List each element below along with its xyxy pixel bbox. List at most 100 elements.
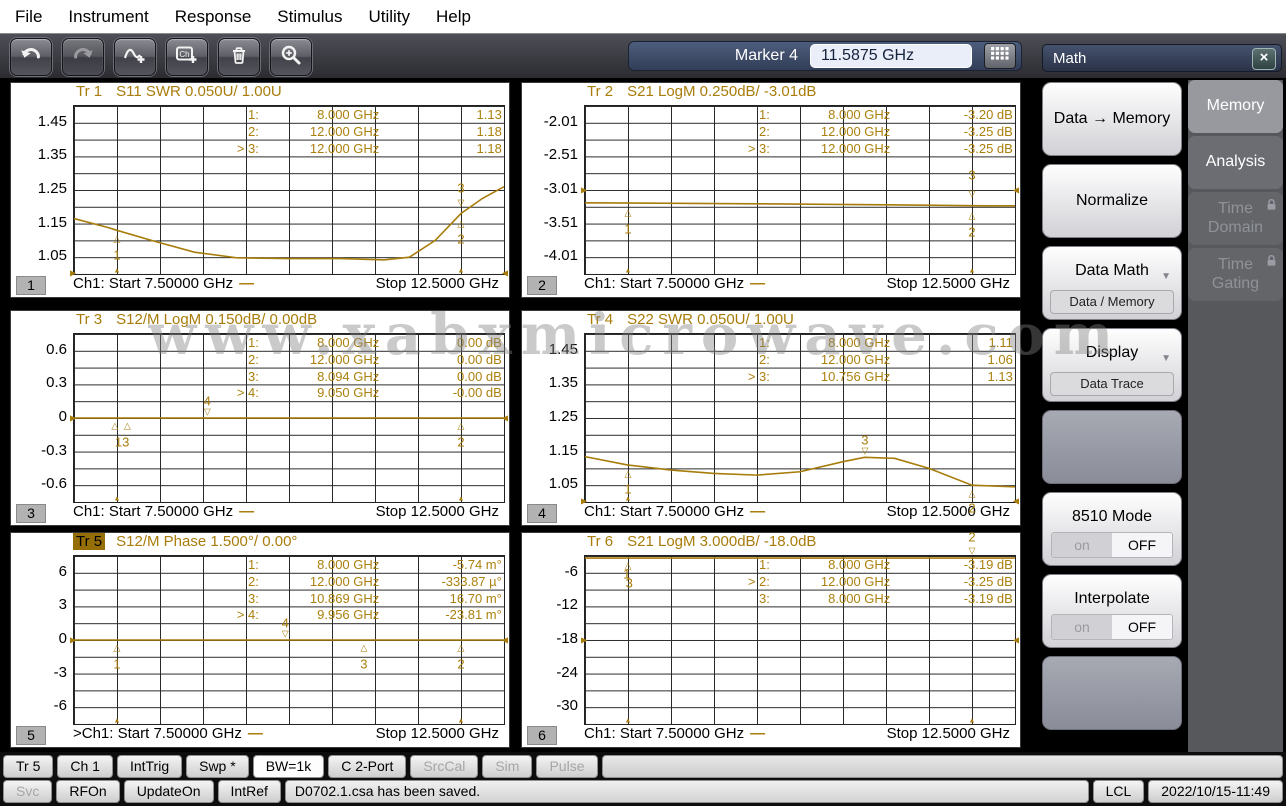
status-row1: Tr 5Ch 1IntTrigSwp *BW=1kC 2-PortSrcCalS… xyxy=(3,755,1283,778)
menu-instrument[interactable]: Instrument xyxy=(61,7,155,27)
plot-panel-4[interactable]: Tr 4S22 SWR 0.050U/ 1.00U1.451.351.251.1… xyxy=(521,310,1021,526)
dropdown-selected-value[interactable]: Data / Memory xyxy=(1050,290,1174,314)
marker-symbol: ▽ xyxy=(969,190,976,199)
marker-bar: Marker 4 11.5875 GHz xyxy=(628,41,1022,71)
marker-readout: > 3:12.000 GHz1.18 xyxy=(74,141,504,158)
plot-panel-1[interactable]: Tr 1S11 SWR 0.050U/ 1.00U1.451.351.251.1… xyxy=(10,82,510,298)
marker-symbol: 3 xyxy=(360,657,367,670)
empty-button xyxy=(1042,656,1182,730)
status-rfon[interactable]: RFOn xyxy=(56,780,119,803)
y-axis-label: 1.15 xyxy=(13,214,67,231)
marker-symbol: 2 xyxy=(457,232,464,245)
reference-level-arrow: ▶ xyxy=(581,497,587,506)
on-off-toggle[interactable]: onOFF xyxy=(1051,614,1173,640)
channel-number: 2 xyxy=(527,276,557,295)
empty-button xyxy=(1042,410,1182,484)
math-panel-header: Math × xyxy=(1042,44,1282,72)
status-ch-1[interactable]: Ch 1 xyxy=(57,755,113,778)
trace-color-dash: — xyxy=(248,725,263,742)
y-axis-label: -3.01 xyxy=(524,180,578,197)
status-updateon[interactable]: UpdateOn xyxy=(124,780,214,803)
normalize-button[interactable]: Normalize xyxy=(1042,164,1182,238)
trace-color-dash: — xyxy=(750,275,765,292)
menu-help[interactable]: Help xyxy=(429,7,478,27)
trace-number-label: Tr 2 xyxy=(584,83,616,100)
menu-response[interactable]: Response xyxy=(168,7,259,27)
marker-symbol: 3 xyxy=(457,182,464,195)
add-channel-button[interactable]: Ch xyxy=(166,38,208,76)
marker-symbol: △ xyxy=(124,422,131,431)
marker-readout: > 2:12.000 GHz-3.25 dB xyxy=(585,574,1015,591)
y-axis-label: -30 xyxy=(524,697,578,714)
status-swp[interactable]: Swp * xyxy=(186,755,249,778)
status-inttrig[interactable]: IntTrig xyxy=(117,755,182,778)
trace-number-label: Tr 4 xyxy=(584,311,616,328)
y-axis-label: 1.05 xyxy=(524,475,578,492)
plot-panel-3[interactable]: Tr 3S12/M LogM 0.150dB/ 0.00dB0.60.30-0.… xyxy=(10,310,510,526)
status-tr-5[interactable]: Tr 5 xyxy=(3,755,53,778)
status-bw-1k[interactable]: BW=1k xyxy=(253,755,325,778)
channel-number: 5 xyxy=(16,726,46,745)
menu-bar: File Instrument Response Stimulus Utility Hel… xyxy=(0,0,1286,34)
y-axis-label: -3 xyxy=(13,664,67,681)
y-axis-label: 0.3 xyxy=(13,374,67,391)
stimulus-stop-label: Stop 12.5000 GHz xyxy=(376,725,499,742)
menu-file[interactable]: File xyxy=(8,7,49,27)
zoom-icon xyxy=(280,44,302,71)
marker-readout: 1:8.000 GHz-5.74 m° xyxy=(74,557,504,574)
tab-memory[interactable]: Memory xyxy=(1188,80,1283,133)
data-math-button[interactable]: Data Math▼Data / Memory xyxy=(1042,246,1182,320)
marker-value-input[interactable]: 11.5875 GHz xyxy=(810,44,972,68)
marker-symbol: ▽ xyxy=(282,629,289,638)
plot-panel-6[interactable]: Tr 6S21 LogM 3.000dB/ -18.0dB-6-12-18-24… xyxy=(521,532,1021,748)
lcl-indicator[interactable]: LCL xyxy=(1093,780,1145,803)
marker-symbol: △ xyxy=(625,470,632,479)
stimulus-stop-label: Stop 12.5000 GHz xyxy=(887,275,1010,292)
trace-title: Tr 6S21 LogM 3.000dB/ -18.0dB xyxy=(584,533,816,554)
marker-symbol: ▲ xyxy=(114,496,121,503)
display-button[interactable]: Display▼Data Trace xyxy=(1042,328,1182,402)
marker-symbol: ▽ xyxy=(861,446,868,455)
marker-readout: 1:8.000 GHz1.13 xyxy=(74,107,504,124)
reference-level-arrow: ◀ xyxy=(1013,636,1019,645)
status-sim: Sim xyxy=(482,755,532,778)
dropdown-selected-value[interactable]: Data Trace xyxy=(1050,372,1174,396)
plot-grid: 1:8.000 GHz1.112:12.000 GHz1.06> 3:10.75… xyxy=(584,333,1016,503)
y-axis-label: -6 xyxy=(13,697,67,714)
marker-readout: 2:12.000 GHz-3.25 dB xyxy=(585,124,1015,141)
svg-text:Ch: Ch xyxy=(179,49,189,58)
add-trace-button[interactable] xyxy=(114,38,156,76)
trace-title: Tr 4S22 SWR 0.050U/ 1.00U xyxy=(584,311,794,332)
plot-panel-2[interactable]: Tr 2S21 LogM 0.250dB/ -3.01dB-2.01-2.51-… xyxy=(521,82,1021,298)
interpolate-button[interactable]: InterpolateonOFF xyxy=(1042,574,1182,648)
trace-title: Tr 5S12/M Phase 1.500°/ 0.00° xyxy=(73,533,297,554)
plot-panel-5[interactable]: Tr 5S12/M Phase 1.500°/ 0.00°630-3-61:8.… xyxy=(10,532,510,748)
close-button[interactable]: × xyxy=(1252,48,1276,70)
menu-utility[interactable]: Utility xyxy=(361,7,417,27)
undo-button[interactable] xyxy=(10,38,52,76)
keypad-button[interactable] xyxy=(984,43,1016,69)
marker-symbol: ▲ xyxy=(458,268,465,275)
delete-button[interactable] xyxy=(218,38,260,76)
tab-analysis[interactable]: Analysis xyxy=(1188,136,1283,189)
data-memory-button[interactable]: Data → Memory xyxy=(1042,82,1182,156)
marker-readout: 2:12.000 GHz-333.87 µ° xyxy=(74,574,504,591)
status-intref[interactable]: IntRef xyxy=(218,780,281,803)
channel-add-icon: Ch xyxy=(175,45,199,70)
zoom-button[interactable] xyxy=(270,38,312,76)
y-axis-label: 1.25 xyxy=(13,180,67,197)
8510-mode-button[interactable]: 8510 ModeonOFF xyxy=(1042,492,1182,566)
y-axis-label: 1.35 xyxy=(13,146,67,163)
on-off-toggle[interactable]: onOFF xyxy=(1051,532,1173,558)
marker-symbol: 2 xyxy=(968,530,975,543)
status-c-2-port[interactable]: C 2-Port xyxy=(328,755,406,778)
reference-level-arrow: ◀ xyxy=(502,636,508,645)
tab-time-gating: Time Gating xyxy=(1188,248,1283,301)
toolbar-buttons: Ch xyxy=(10,38,312,76)
stimulus-start-label: Ch1: Start 7.50000 GHz— xyxy=(584,503,765,520)
reference-level-arrow: ▶ xyxy=(581,636,587,645)
datetime-display: 2022/10/15-11:49 xyxy=(1148,780,1283,803)
stimulus-start-label: Ch1: Start 7.50000 GHz— xyxy=(584,725,765,742)
menu-stimulus[interactable]: Stimulus xyxy=(270,7,349,27)
reference-level-arrow: ◀ xyxy=(502,269,508,278)
